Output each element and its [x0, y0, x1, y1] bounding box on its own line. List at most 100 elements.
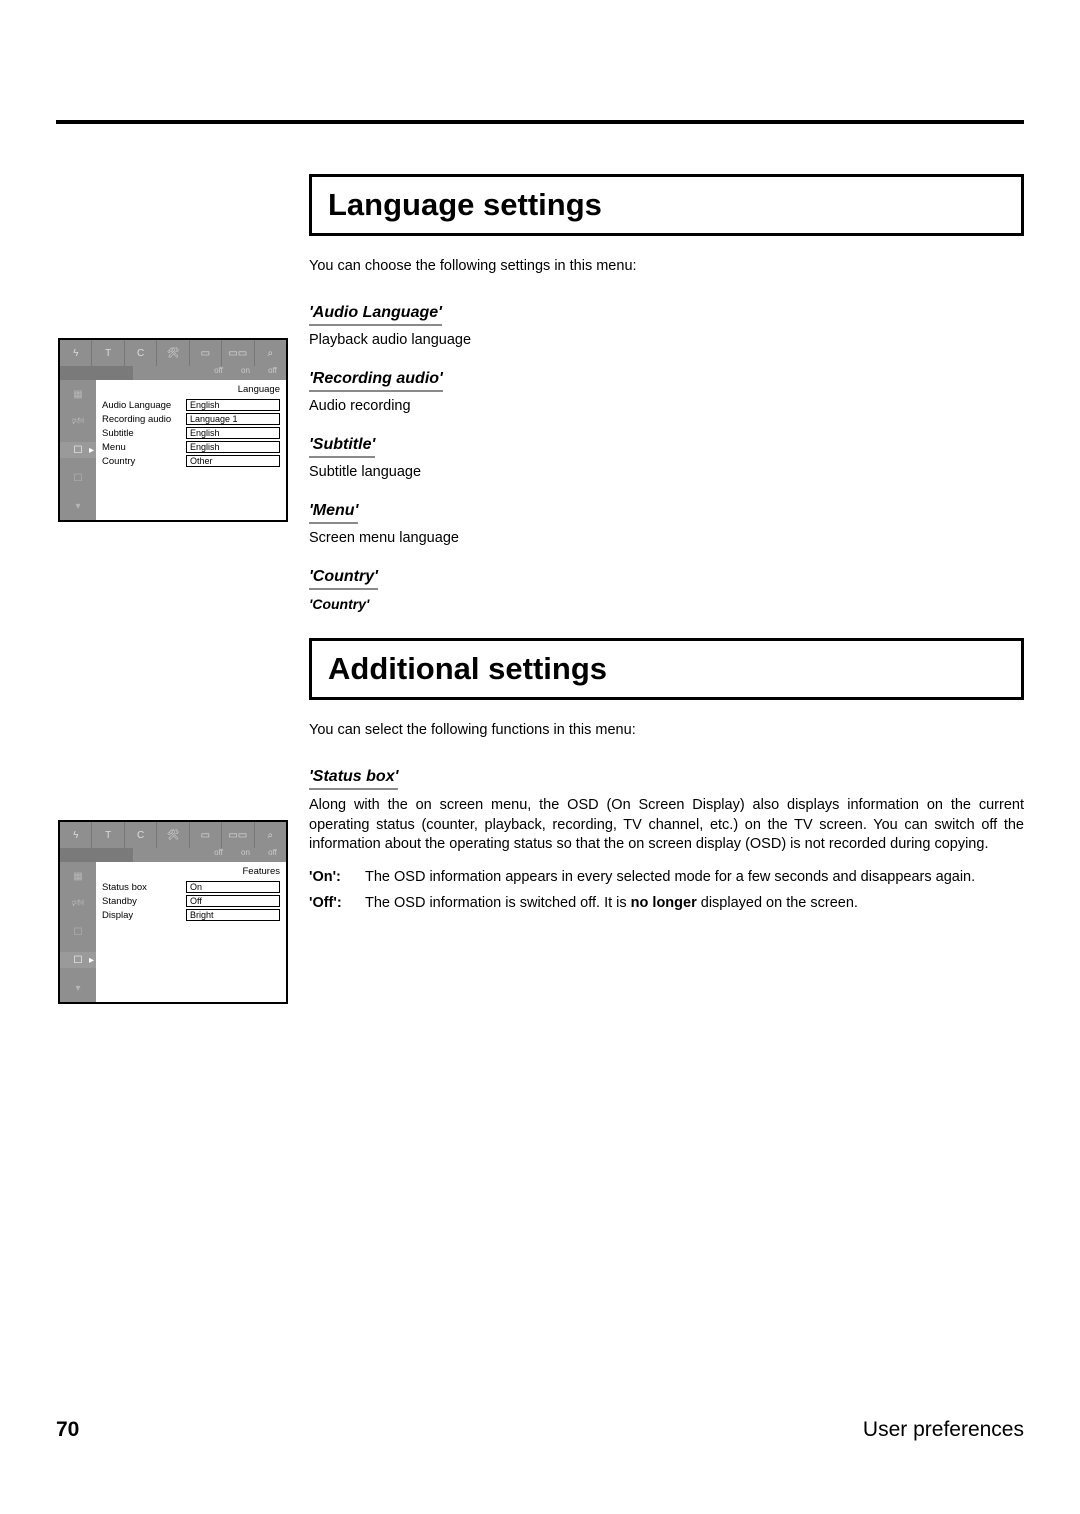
- setting-audio-language: 'Audio Language' Playback audio language: [309, 304, 1024, 348]
- osd-corner: [60, 366, 133, 380]
- def-val: The OSD information appears in every sel…: [365, 869, 1024, 885]
- tv-icon: ▭: [190, 340, 222, 366]
- picture-icon: ▦: [69, 868, 87, 884]
- picture-icon: ▦: [69, 386, 87, 402]
- sound-icon: 🕬: [69, 896, 87, 912]
- sub-heading: 'Status box': [309, 768, 398, 790]
- osd-val: Language 1: [186, 413, 280, 425]
- sub-heading: 'Country': [309, 568, 378, 590]
- osd-row: MenuEnglish: [102, 441, 280, 453]
- osd-sub-lbl: off: [205, 848, 232, 862]
- content-column: Language settings You can choose the fol…: [309, 174, 1024, 911]
- sub-text: Screen menu language: [309, 530, 1024, 546]
- features-icon: ☐: [69, 470, 87, 486]
- def-on: 'On': The OSD information appears in eve…: [309, 869, 1024, 885]
- setting-recording-audio: 'Recording audio' Audio recording: [309, 370, 1024, 414]
- osd-key: Display: [102, 910, 186, 921]
- def-val: The OSD information is switched off. It …: [365, 895, 1024, 911]
- osd-sub-lbl: off: [259, 848, 286, 862]
- osd-panel-title: Language: [102, 384, 280, 395]
- osd-val: English: [186, 399, 280, 411]
- section-heading-additional: Additional settings: [309, 638, 1024, 700]
- sub-heading: 'Menu': [309, 502, 358, 524]
- wrench-icon: 🛠: [157, 822, 189, 848]
- osd-sub-lbl: off: [259, 366, 286, 380]
- setting-country: 'Country' 'Country': [309, 568, 1024, 612]
- osd-sub-lbl: on: [232, 366, 259, 380]
- osd-val: On: [186, 881, 280, 893]
- antenna-icon: ϟ: [60, 822, 92, 848]
- osd-key: Status box: [102, 882, 186, 893]
- def-val-pre: The OSD information is switched off. It …: [365, 895, 631, 911]
- setting-subtitle: 'Subtitle' Subtitle language: [309, 436, 1024, 480]
- section-title: Additional settings: [328, 651, 1005, 687]
- osd-sub-row: off on off: [60, 848, 286, 862]
- chevron-down-icon: ▾: [69, 498, 87, 514]
- osd-key: Menu: [102, 442, 186, 453]
- def-key: 'On':: [309, 869, 365, 885]
- page-footer: 70 User preferences: [56, 1418, 1024, 1442]
- osd-sub-lbl: on: [232, 848, 259, 862]
- osd-panel-title: Features: [102, 866, 280, 877]
- antenna-icon: ϟ: [60, 340, 92, 366]
- tab-t: T: [92, 340, 124, 366]
- sub-heading: 'Subtitle': [309, 436, 375, 458]
- setting-status-box: 'Status box' Along with the on screen me…: [309, 768, 1024, 911]
- sub-text: Subtitle language: [309, 464, 1024, 480]
- sub-heading: 'Audio Language': [309, 304, 442, 326]
- section-title: Language settings: [328, 187, 1005, 223]
- tab-c: C: [125, 822, 157, 848]
- sub-text: Playback audio language: [309, 332, 1024, 348]
- osd-row: Status boxOn: [102, 881, 280, 893]
- osd-tab-row: ϟ T C 🛠 ▭ ▭▭ ⌕: [60, 822, 286, 848]
- sub-text-country: 'Country': [309, 596, 1024, 612]
- osd-language-figure: ϟ T C 🛠 ▭ ▭▭ ⌕ off on off ▦ 🕬 ☐▸ ☐ ▾ Lan…: [58, 338, 288, 522]
- features-icon: ☐▸: [60, 952, 96, 968]
- osd-key: Subtitle: [102, 428, 186, 439]
- osd-val: English: [186, 441, 280, 453]
- tv-icon: ▭: [190, 822, 222, 848]
- osd-body: ▦ 🕬 ☐▸ ☐ ▾ Language Audio LanguageEnglis…: [60, 380, 286, 520]
- chevron-down-icon: ▾: [69, 980, 87, 996]
- top-rule: [56, 120, 1024, 124]
- sound-icon: 🕬: [69, 414, 87, 430]
- osd-sub-row: off on off: [60, 366, 286, 380]
- def-val-post: displayed on the screen.: [697, 895, 858, 911]
- osd-sidebar: ▦ 🕬 ☐ ☐▸ ▾: [60, 862, 96, 1002]
- osd-key: Recording audio: [102, 414, 186, 425]
- cassette-icon: ▭▭: [222, 822, 254, 848]
- intro-text: You can choose the following settings in…: [309, 258, 1024, 274]
- tab-t: T: [92, 822, 124, 848]
- search-icon: ⌕: [255, 340, 286, 366]
- osd-panel: Language Audio LanguageEnglish Recording…: [96, 380, 286, 520]
- osd-corner: [60, 848, 133, 862]
- def-key: 'Off':: [309, 895, 365, 911]
- search-icon: ⌕: [255, 822, 286, 848]
- osd-body: ▦ 🕬 ☐ ☐▸ ▾ Features Status boxOn Standby…: [60, 862, 286, 1002]
- osd-panel: Features Status boxOn StandbyOff Display…: [96, 862, 286, 1002]
- osd-val: Off: [186, 895, 280, 907]
- sub-text: Audio recording: [309, 398, 1024, 414]
- page-number: 70: [56, 1418, 79, 1442]
- osd-features-figure: ϟ T C 🛠 ▭ ▭▭ ⌕ off on off ▦ 🕬 ☐ ☐▸ ▾ Fea…: [58, 820, 288, 1004]
- setting-menu: 'Menu' Screen menu language: [309, 502, 1024, 546]
- osd-sidebar: ▦ 🕬 ☐▸ ☐ ▾: [60, 380, 96, 520]
- intro-text: You can select the following functions i…: [309, 722, 1024, 738]
- osd-row: SubtitleEnglish: [102, 427, 280, 439]
- osd-row: DisplayBright: [102, 909, 280, 921]
- section-heading-language: Language settings: [309, 174, 1024, 236]
- def-val-bold: no longer: [631, 895, 697, 911]
- osd-key: Audio Language: [102, 400, 186, 411]
- status-paragraph: Along with the on screen menu, the OSD (…: [309, 796, 1024, 855]
- osd-tab-row: ϟ T C 🛠 ▭ ▭▭ ⌕: [60, 340, 286, 366]
- osd-row: CountryOther: [102, 455, 280, 467]
- osd-sub-lbl: off: [205, 366, 232, 380]
- osd-key: Standby: [102, 896, 186, 907]
- language-icon: ☐▸: [60, 442, 96, 458]
- osd-row: Audio LanguageEnglish: [102, 399, 280, 411]
- osd-val: English: [186, 427, 280, 439]
- cassette-icon: ▭▭: [222, 340, 254, 366]
- osd-val: Bright: [186, 909, 280, 921]
- osd-row: Recording audioLanguage 1: [102, 413, 280, 425]
- osd-row: StandbyOff: [102, 895, 280, 907]
